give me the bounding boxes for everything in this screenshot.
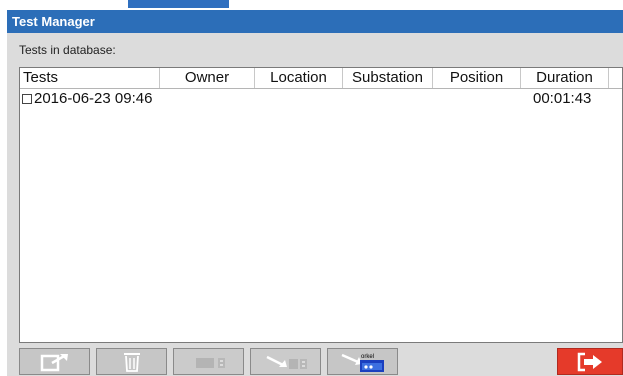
save-icon (195, 357, 225, 368)
test-manager-window: Test Manager Tests in database: Tests Ow… (7, 10, 623, 376)
table-header: Tests Owner Location Substation Position… (20, 68, 622, 89)
device-transfer-button[interactable]: orkel (327, 348, 398, 375)
device-icon: orkel (340, 353, 384, 372)
export-icon (265, 355, 307, 369)
exit-button[interactable] (557, 348, 623, 375)
column-header-location[interactable]: Location (255, 68, 343, 88)
save-test-button[interactable] (173, 348, 244, 375)
background-window-tab (128, 0, 229, 8)
column-header-owner[interactable]: Owner (160, 68, 255, 88)
tests-table: Tests Owner Location Substation Position… (19, 67, 623, 343)
column-header-position[interactable]: Position (433, 68, 521, 88)
exit-icon (577, 352, 602, 371)
column-header-tests[interactable]: Tests (20, 68, 160, 88)
test-datetime: 2016-06-23 09:46 (34, 90, 153, 107)
trash-icon (123, 352, 140, 372)
device-label: orkel (361, 354, 374, 360)
test-duration: 00:01:43 (533, 90, 592, 107)
table-row[interactable]: 2016-06-23 09:46 00:01:43 (20, 89, 622, 109)
column-header-substation[interactable]: Substation (343, 68, 433, 88)
tests-in-database-label: Tests in database: (19, 43, 116, 57)
delete-test-button[interactable] (96, 348, 167, 375)
export-test-button[interactable] (250, 348, 321, 375)
column-header-duration[interactable]: Duration (521, 68, 609, 88)
open-test-button[interactable] (19, 348, 90, 375)
row-checkbox[interactable] (22, 94, 32, 104)
window-title: Test Manager (7, 10, 623, 33)
open-icon (40, 353, 68, 371)
bottom-toolbar: orkel (7, 343, 623, 376)
background-strip (0, 0, 623, 10)
